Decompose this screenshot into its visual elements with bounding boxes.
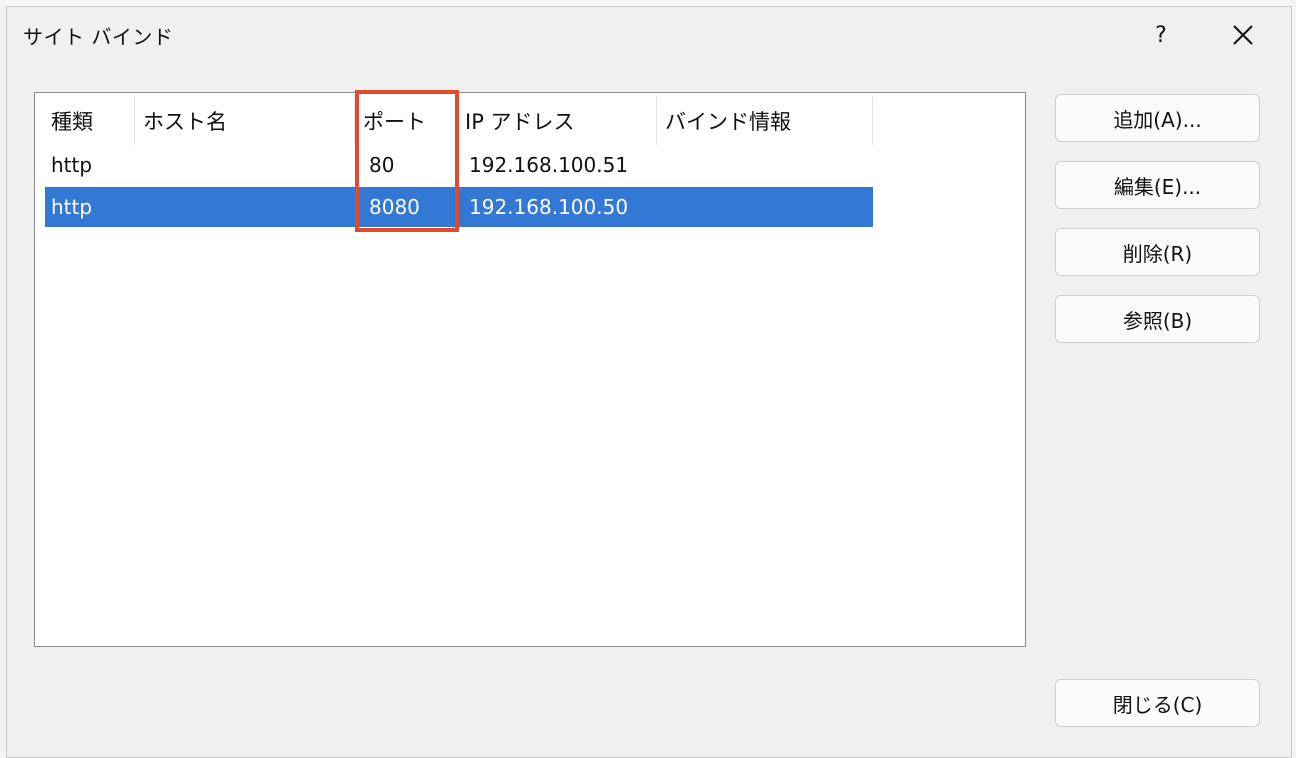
help-button[interactable]: ?	[1143, 17, 1179, 53]
cell-port: 80	[369, 153, 395, 177]
cell-type: http	[51, 195, 93, 219]
add-button[interactable]: 追加(A)...	[1055, 94, 1260, 142]
column-header-binding-info[interactable]: バインド情報	[657, 97, 873, 145]
cell-type: http	[51, 153, 93, 177]
table-row[interactable]: http 80 192.168.100.51	[45, 145, 873, 185]
column-header-port[interactable]: ポート	[355, 97, 457, 145]
edit-button[interactable]: 編集(E)...	[1055, 161, 1260, 209]
list-header: 種類 ホスト名 ポート IP アドレス バインド情報	[43, 97, 873, 145]
bindings-list[interactable]: 種類 ホスト名 ポート IP アドレス バインド情報 http 80 192.1…	[34, 92, 1026, 647]
close-window-button[interactable]	[1223, 17, 1263, 53]
cell-ip-address: 192.168.100.50	[469, 195, 629, 219]
cell-port: 8080	[369, 195, 420, 219]
screen: サイト バインド ? 種類 ホスト名 ポート IP アドレス バインド情報 ht…	[0, 0, 1296, 758]
dialog-title: サイト バインド	[23, 25, 174, 49]
site-bindings-dialog: サイト バインド ? 種類 ホスト名 ポート IP アドレス バインド情報 ht…	[6, 6, 1292, 758]
table-row-selected[interactable]: http 8080 192.168.100.50	[45, 187, 873, 227]
column-header-hostname[interactable]: ホスト名	[135, 97, 355, 145]
browse-button[interactable]: 参照(B)	[1055, 295, 1260, 343]
cell-ip-address: 192.168.100.51	[469, 153, 629, 177]
background-window-edge-right	[1292, 0, 1296, 758]
close-icon	[1233, 25, 1253, 45]
close-button[interactable]: 閉じる(C)	[1055, 679, 1260, 727]
column-header-type[interactable]: 種類	[43, 97, 135, 145]
delete-button[interactable]: 削除(R)	[1055, 228, 1260, 276]
column-header-ip-address[interactable]: IP アドレス	[457, 97, 657, 145]
